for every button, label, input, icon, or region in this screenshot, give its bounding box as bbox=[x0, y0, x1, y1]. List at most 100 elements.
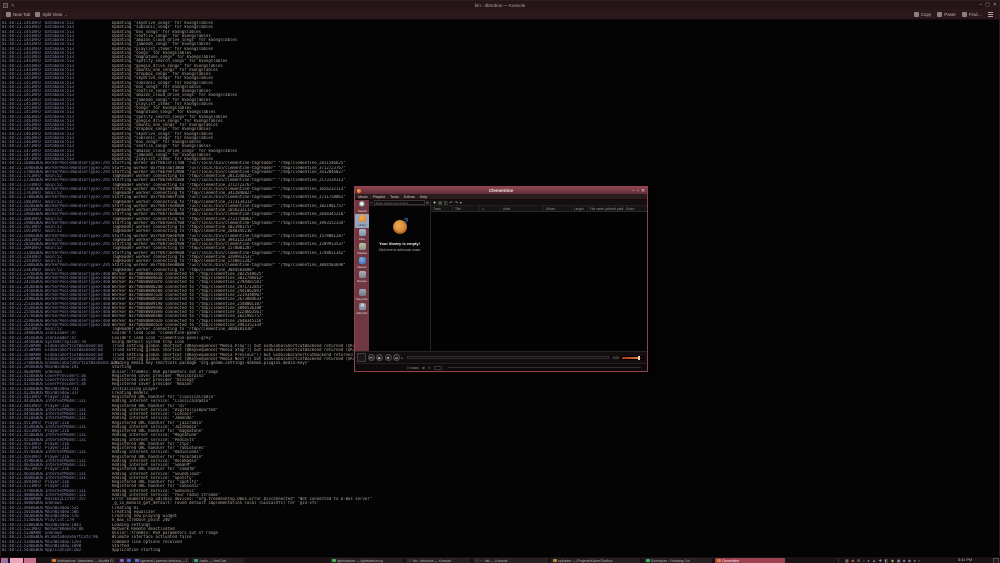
workspace-1[interactable] bbox=[10, 557, 23, 563]
app-launcher-button[interactable] bbox=[1, 557, 8, 563]
clear-search-icon[interactable]: ✕ bbox=[370, 200, 373, 206]
window-control-button[interactable]: – bbox=[979, 1, 982, 9]
tray-icon[interactable]: ✉ bbox=[857, 557, 860, 563]
repeat-icon[interactable]: ↻ bbox=[428, 366, 431, 370]
clementine-window: Clementine – ▫ ✕ Music Playlist Tools Extras H… bbox=[354, 186, 648, 372]
tray-icon[interactable]: ● bbox=[914, 557, 916, 563]
sidebar-tab[interactable]: Library bbox=[355, 214, 369, 228]
shuffle-icon[interactable]: ⇄ bbox=[422, 366, 425, 370]
konsole-titlebar[interactable]: ✎ bin : dbtrobos — Konsole – ▢ ✕ bbox=[1, 1, 999, 9]
tray-icon[interactable]: ▦ bbox=[845, 557, 849, 563]
track-position-slider[interactable] bbox=[407, 356, 609, 359]
toolbar-button[interactable]: Paste bbox=[937, 11, 956, 17]
play-icon[interactable]: ▶ bbox=[376, 354, 383, 361]
toolbar-button[interactable]: New Tab bbox=[6, 11, 30, 17]
workspace-pager[interactable] bbox=[10, 557, 36, 563]
clementine-titlebar[interactable]: Clementine – ▫ ✕ bbox=[355, 187, 647, 194]
tray-icon[interactable]: ◉ bbox=[891, 557, 895, 563]
redo-icon[interactable]: ↷ bbox=[455, 200, 458, 206]
menu-item[interactable]: Music bbox=[358, 195, 368, 199]
window-control-button[interactable]: ▢ bbox=[985, 1, 990, 9]
toolbar-button[interactable]: Find… bbox=[961, 11, 982, 17]
sidebar-tab[interactable]: Search bbox=[355, 200, 369, 214]
menu-item[interactable]: Tools bbox=[390, 195, 399, 199]
tray-icon[interactable]: ◆ bbox=[851, 557, 854, 563]
volume-handle[interactable] bbox=[638, 355, 640, 360]
sidebar-tab[interactable]: Devices bbox=[355, 270, 369, 284]
tray-icon[interactable]: ▪ bbox=[918, 557, 919, 563]
status-bar: 0 tracks ⇄ ↻ bbox=[355, 363, 647, 371]
taskbar-item[interactable]: #general | pwnsec-fortezza — Discord bbox=[133, 557, 189, 563]
show-desktop-button[interactable] bbox=[993, 557, 999, 563]
workspace-2[interactable] bbox=[23, 557, 36, 563]
track-time-label: 0:00 bbox=[612, 355, 619, 360]
hamburger-menu-icon[interactable] bbox=[988, 11, 993, 17]
playlist-rows-area[interactable] bbox=[431, 212, 647, 351]
taskbar-item[interactable]: ~ : fish — Konsole bbox=[473, 557, 548, 563]
taskbar-item[interactable]: lightsdancer — lightsdancer.py bbox=[330, 557, 403, 563]
tray-icon[interactable]: ♪ bbox=[863, 557, 865, 563]
system-tray: ▦ ◆ ✉ ♪ ● ▲ ✚ ◧ ◉ ▣ ■ ◆ ● ▪ bbox=[845, 557, 920, 563]
window-control-button[interactable]: – bbox=[632, 187, 635, 194]
toolbar-button[interactable]: Split View ⌄ bbox=[35, 11, 68, 17]
search-icon bbox=[358, 201, 366, 209]
taskbar-clock[interactable]: 5:41 PM bbox=[958, 557, 972, 563]
sidebar-tab[interactable]: Song info bbox=[355, 288, 369, 302]
empty-library-subtitle: Click here to add some music bbox=[378, 248, 421, 252]
tray-icon[interactable]: ● bbox=[867, 557, 869, 563]
taskbar-item[interactable]: bin : dbtrobos — Konsole bbox=[406, 557, 470, 563]
taskbar-item[interactable]: Somnipure : Freaking Out bbox=[644, 557, 712, 563]
save-playlist-icon[interactable]: ◫ bbox=[444, 200, 448, 206]
taskbar-item[interactable]: uploader — /Projects/Kicker/Toolbox bbox=[551, 557, 640, 563]
album-art-placeholder bbox=[357, 353, 366, 362]
sidebar-tab[interactable]: Playlists bbox=[355, 242, 369, 256]
menu-item[interactable]: Extras bbox=[404, 195, 415, 199]
player-extras-icon[interactable]: ▸ bbox=[402, 356, 404, 360]
artist-info-icon bbox=[358, 303, 366, 311]
profile-edit-icon[interactable]: ✎ bbox=[11, 3, 15, 8]
taskbar-item[interactable]: Justin — HexChat bbox=[192, 557, 244, 563]
copy-icon bbox=[913, 11, 919, 17]
tray-icon[interactable]: ▲ bbox=[872, 557, 876, 563]
next-icon[interactable]: ⏭ bbox=[393, 354, 400, 361]
volume-slider[interactable] bbox=[621, 355, 644, 360]
toolbar-button[interactable]: Copy bbox=[913, 11, 931, 17]
menu-item[interactable]: Playlist bbox=[373, 195, 385, 199]
konsole-app-icon[interactable] bbox=[3, 2, 8, 8]
open-playlist-icon[interactable]: ▤ bbox=[438, 200, 442, 206]
tray-icon[interactable]: ■ bbox=[903, 557, 905, 563]
taskbar-item[interactable] bbox=[125, 557, 131, 563]
status-widget[interactable] bbox=[433, 365, 442, 370]
chevron-down-icon: ⌄ bbox=[64, 11, 68, 17]
taskbar-item[interactable]: Notifications: Wasteland — Mozilla Fi… bbox=[50, 557, 116, 563]
konsole-toolbar: New Tab Split View ⌄ Copy Paste Find… bbox=[1, 9, 999, 20]
library-icon bbox=[358, 215, 366, 223]
library-search-input[interactable] bbox=[373, 200, 425, 205]
taskbar-item[interactable]: Clementine bbox=[715, 557, 785, 563]
taskbar-item[interactable] bbox=[118, 557, 124, 563]
tray-icon[interactable]: ✚ bbox=[879, 557, 882, 563]
menu-item[interactable]: Help bbox=[420, 195, 428, 199]
library-config-icon[interactable]: ⚙ bbox=[426, 200, 429, 206]
tray-separator bbox=[838, 558, 839, 563]
song-info-icon bbox=[358, 289, 366, 297]
stop-icon[interactable]: ■ bbox=[384, 354, 392, 361]
track-count-label: 0 tracks bbox=[407, 365, 419, 370]
new-playlist-icon[interactable]: ✚ bbox=[433, 200, 436, 206]
sidebar-tabbar: Search Library Files Playlists Internet … bbox=[355, 200, 369, 351]
previous-icon[interactable]: ⏮ bbox=[367, 354, 375, 361]
empty-library-message[interactable]: Your library is empty! Click here to add… bbox=[369, 206, 430, 351]
undo-icon[interactable]: ↶ bbox=[449, 200, 452, 206]
sidebar-tab[interactable]: Internet bbox=[355, 256, 369, 270]
playlist-options-icon[interactable]: ▾ bbox=[460, 200, 462, 206]
window-control-button[interactable]: ✕ bbox=[641, 187, 645, 194]
files-icon bbox=[358, 229, 366, 237]
playlists-icon bbox=[358, 243, 366, 251]
sidebar-tab[interactable]: Files bbox=[355, 228, 369, 242]
window-control-button[interactable]: ✕ bbox=[993, 1, 997, 9]
tray-icon[interactable]: ▣ bbox=[897, 557, 901, 563]
tray-icon[interactable]: ◧ bbox=[884, 557, 888, 563]
window-control-button[interactable]: ▫ bbox=[637, 187, 639, 194]
sidebar-tab[interactable]: Artist info bbox=[355, 302, 369, 316]
tray-icon[interactable]: ◆ bbox=[908, 557, 911, 563]
